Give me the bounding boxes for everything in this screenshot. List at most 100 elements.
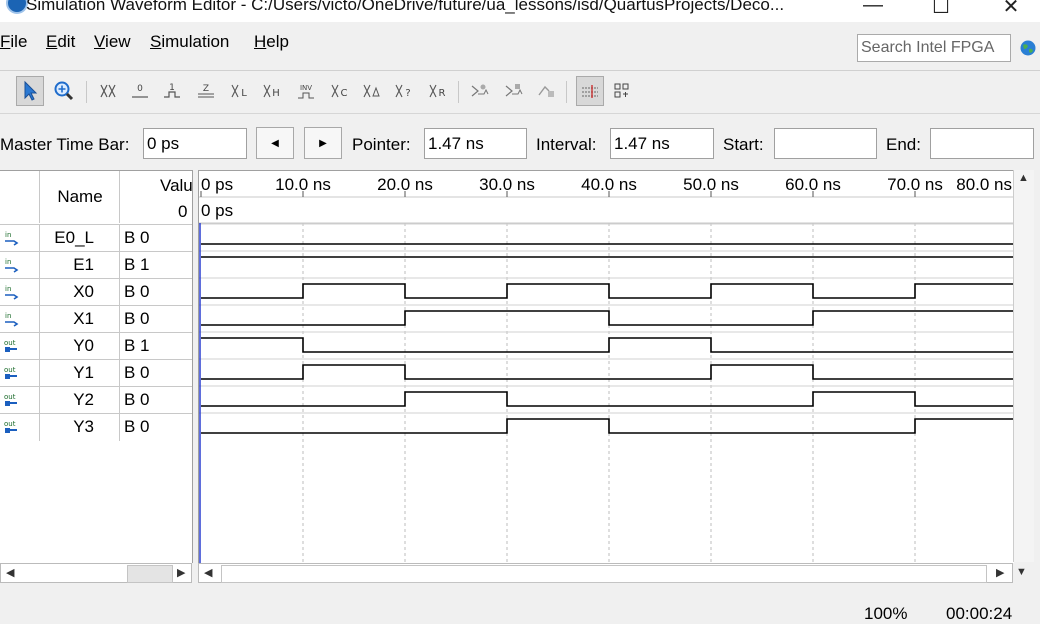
group-button[interactable]: [608, 76, 636, 106]
signal-value: B 0: [124, 282, 150, 301]
snap-to-grid-icon: [582, 85, 598, 98]
force-high-impedance-button[interactable]: Z: [192, 76, 220, 106]
scroll-left-icon[interactable]: ◀: [6, 566, 14, 579]
pin-direction-label: in: [5, 231, 11, 239]
interval-field[interactable]: 1.47 ns: [610, 128, 714, 159]
interval-label: Interval:: [536, 135, 597, 154]
force-low-icon: 0: [132, 84, 148, 98]
svg-text:L: L: [241, 88, 247, 99]
force-weak-high-icon: H: [263, 84, 280, 99]
arbitrary-value-button[interactable]: ?: [390, 76, 418, 106]
time-tick-label: 80.0 ns: [956, 175, 1012, 194]
selection-tool-icon: [24, 80, 38, 101]
force-high-icon: 1: [164, 83, 180, 98]
start-field[interactable]: [774, 128, 877, 159]
input-pin-icon: in: [5, 285, 19, 300]
force-low-button[interactable]: 0: [126, 76, 154, 106]
selection-tool-button[interactable]: [16, 76, 44, 106]
menu-help[interactable]: Help: [254, 32, 289, 52]
menu-edit[interactable]: Edit: [46, 32, 75, 52]
end-field[interactable]: [930, 128, 1034, 159]
maximize-button[interactable]: ☐: [926, 0, 956, 19]
time-tick-label: 20.0 ns: [377, 175, 433, 194]
input-pin-icon: in: [5, 258, 19, 273]
value-column-header[interactable]: Valu: [160, 176, 192, 196]
scroll-up-icon[interactable]: ▲: [1018, 172, 1029, 184]
vertical-scrollbar[interactable]: ▲: [1013, 170, 1034, 562]
globe-icon[interactable]: [1020, 40, 1036, 56]
zoom-tool-button[interactable]: [50, 76, 78, 106]
menu-view[interactable]: View: [94, 32, 131, 52]
pin-direction-label: in: [5, 312, 11, 320]
run-timing-simulation-button[interactable]: [500, 76, 528, 106]
scroll-thumb[interactable]: [221, 565, 987, 583]
signal-name: E1: [73, 255, 94, 274]
master-time-bar-field[interactable]: 0 ps: [143, 128, 247, 159]
time-tick-label: 40.0 ns: [581, 175, 637, 194]
output-pin-icon: out: [4, 339, 17, 352]
value-at-time-label: 0: [178, 202, 188, 221]
signal-list-horizontal-scrollbar[interactable]: ◀ ▶: [0, 563, 192, 583]
random-value-button[interactable]: R: [424, 76, 452, 106]
scroll-left-icon[interactable]: ◀: [204, 566, 212, 579]
menu-help-label: elp: [266, 32, 289, 51]
pointer-field[interactable]: 1.47 ns: [424, 128, 527, 159]
svg-text:0: 0: [137, 84, 143, 94]
signal-row[interactable]: out Y3 B 0: [0, 413, 192, 441]
signal-row[interactable]: in E0_L B 0: [0, 224, 192, 252]
run-functional-simulation-button[interactable]: [466, 76, 494, 106]
overwrite-clock-button[interactable]: [358, 76, 386, 106]
count-value-button[interactable]: C: [326, 76, 354, 106]
menu-simulation[interactable]: Simulation: [150, 32, 229, 52]
scroll-right-icon[interactable]: ▶: [996, 566, 1004, 579]
invert-button[interactable]: INV: [292, 76, 320, 106]
force-high-button[interactable]: 1: [158, 76, 186, 106]
waveform-panel[interactable]: 0 ps 10.0 ns 20.0 ns 30.0 ns 40.0 ns 50.0 ns 6…: [198, 170, 1014, 563]
signal-row[interactable]: in X1 B 0: [0, 305, 192, 333]
time-tick-label: 70.0 ns: [887, 175, 943, 194]
zoom-level: 100%: [864, 604, 908, 623]
master-time-bar-label: Master Time Bar:: [0, 135, 130, 154]
next-transition-button[interactable]: ▶: [304, 127, 342, 159]
pin-direction-label: out: [4, 393, 16, 401]
waveform-trace: [201, 418, 1014, 434]
menu-view-mnemonic: V: [94, 32, 106, 51]
waveform-horizontal-scrollbar[interactable]: ◀ ▶: [198, 563, 1013, 583]
waveform-canvas[interactable]: 0 ps 10.0 ns 20.0 ns 30.0 ns 40.0 ns 50.0 ns 6…: [199, 171, 1014, 563]
minimize-button[interactable]: —: [858, 0, 888, 17]
scroll-down-icon[interactable]: ▼: [1016, 566, 1027, 578]
search-input[interactable]: [857, 34, 1011, 62]
time-tick-label: 30.0 ns: [479, 175, 535, 194]
column-divider: [119, 360, 120, 387]
signal-value: B 1: [124, 255, 150, 274]
pin-direction-label: out: [4, 339, 16, 347]
force-high-impedance-icon: Z: [198, 84, 214, 98]
close-button[interactable]: ✕: [996, 0, 1026, 19]
signal-value: B 0: [124, 309, 150, 328]
output-pin-icon: out: [4, 366, 17, 379]
snap-to-grid-button[interactable]: [576, 76, 604, 106]
signal-name: Y2: [73, 390, 94, 409]
previous-transition-button[interactable]: ◀: [256, 127, 294, 159]
svg-text:?: ?: [405, 88, 410, 99]
signal-row[interactable]: out Y2 B 0: [0, 386, 192, 414]
title-bar: Simulation Waveform Editor - C:/Users/vi…: [0, 0, 1040, 22]
time-tick-label: 60.0 ns: [785, 175, 841, 194]
toolbar-separator: [566, 81, 567, 103]
generate-netlist-button[interactable]: [532, 76, 560, 106]
signal-row[interactable]: in E1 B 1: [0, 251, 192, 279]
input-pin-icon: in: [5, 231, 19, 246]
scroll-right-icon[interactable]: ▶: [177, 566, 185, 579]
force-weak-low-button[interactable]: L: [226, 76, 254, 106]
name-column-header[interactable]: Name: [40, 171, 120, 223]
signal-row[interactable]: out Y1 B 0: [0, 359, 192, 387]
menu-file[interactable]: File: [0, 32, 27, 52]
zoom-tool-icon: [54, 81, 74, 101]
signal-row[interactable]: out Y0 B 1: [0, 332, 192, 360]
signal-value: B 1: [124, 336, 150, 355]
force-weak-high-button[interactable]: H: [258, 76, 286, 106]
svg-text:INV: INV: [300, 84, 312, 92]
signal-row[interactable]: in X0 B 0: [0, 278, 192, 306]
scroll-thumb[interactable]: [127, 565, 173, 583]
force-unknown-button[interactable]: [94, 76, 122, 106]
